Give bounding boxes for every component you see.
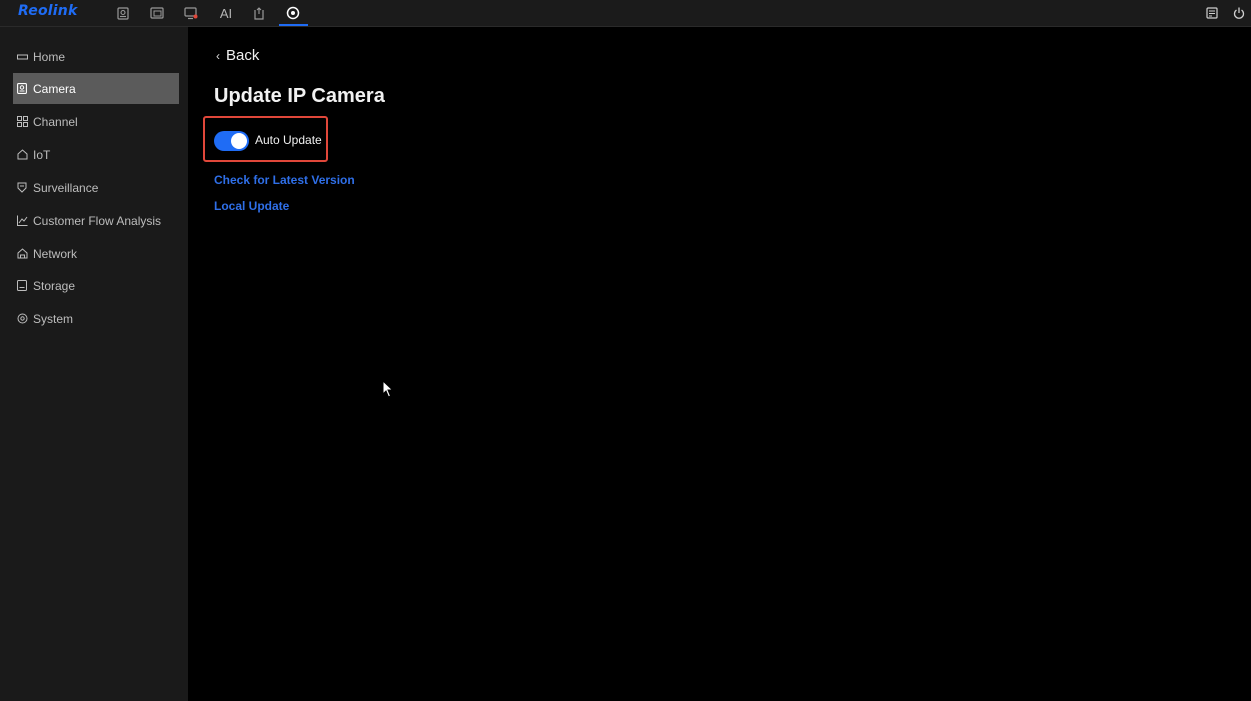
active-tab-indicator	[279, 24, 308, 26]
sidebar-item-label: Surveillance	[33, 180, 99, 195]
chevron-left-icon: ‹	[216, 48, 220, 63]
sidebar-item-network[interactable]: Network	[13, 238, 179, 269]
auto-update-label: Auto Update	[255, 133, 322, 147]
sidebar-item-channel[interactable]: Channel	[13, 106, 179, 137]
ai-nav-label: AI	[219, 5, 233, 21]
playback-icon[interactable]	[148, 4, 166, 22]
sidebar-item-camera[interactable]: Camera	[13, 73, 179, 104]
storage-icon	[16, 280, 28, 292]
sidebar-item-customer-flow-analysis[interactable]: Customer Flow Analysis	[13, 205, 179, 236]
main-content: ‹ Back Update IP Camera Auto Update Chec…	[188, 27, 1251, 701]
sidebar-item-label: Camera	[33, 81, 76, 96]
message-icon[interactable]	[1204, 5, 1220, 21]
network-icon	[16, 248, 28, 260]
camera-preview-icon[interactable]	[114, 4, 132, 22]
sidebar-item-surveillance[interactable]: Surveillance	[13, 172, 179, 203]
chart-line-icon	[16, 215, 28, 227]
local-update-link[interactable]: Local Update	[214, 199, 289, 213]
sidebar-item-label: Home	[33, 49, 66, 64]
reolink-logo: Reolink	[18, 3, 78, 19]
iot-house-icon	[16, 149, 28, 161]
sidebar-item-label: IoT	[33, 147, 51, 162]
back-button[interactable]: ‹ Back	[216, 47, 259, 64]
auto-update-toggle[interactable]	[214, 131, 249, 151]
sidebar-item-label: Storage	[33, 278, 76, 293]
home-icon	[16, 51, 28, 63]
toggle-knob	[231, 133, 247, 149]
sidebar-item-iot[interactable]: IoT	[13, 139, 179, 170]
check-latest-version-link[interactable]: Check for Latest Version	[214, 173, 355, 187]
file-export-icon[interactable]	[250, 4, 268, 22]
sidebar: Home Camera Channel IoT Surveillance Cus…	[0, 27, 188, 701]
sidebar-item-label: Channel	[33, 114, 78, 129]
top-bar: Reolink AI	[0, 0, 1251, 27]
sidebar-item-label: Customer Flow Analysis	[33, 213, 162, 228]
alarm-video-icon[interactable]	[182, 4, 200, 22]
sidebar-item-system[interactable]: System	[13, 303, 179, 334]
mouse-cursor-icon	[382, 379, 394, 403]
power-icon[interactable]	[1231, 5, 1247, 21]
settings-icon[interactable]	[284, 4, 302, 22]
sidebar-item-label: Network	[33, 246, 78, 261]
channel-grid-icon	[16, 116, 28, 128]
page-title: Update IP Camera	[214, 85, 385, 107]
back-label: Back	[226, 47, 260, 64]
system-gear-icon	[16, 313, 28, 325]
sidebar-item-label: System	[33, 311, 74, 326]
sidebar-item-home[interactable]: Home	[13, 41, 179, 72]
camera-icon	[16, 83, 28, 95]
ai-nav[interactable]: AI	[216, 4, 236, 22]
shield-icon	[16, 182, 28, 194]
sidebar-item-storage[interactable]: Storage	[13, 270, 179, 301]
